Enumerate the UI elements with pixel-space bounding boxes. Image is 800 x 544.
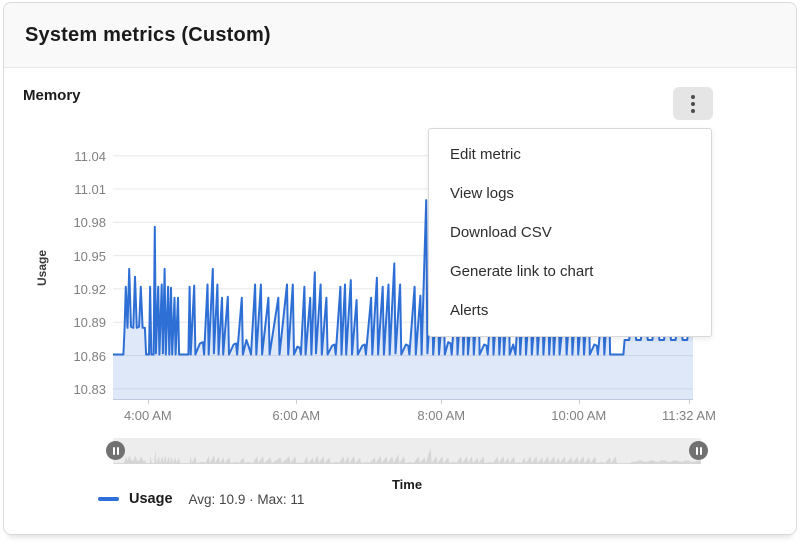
x-tick-label: 6:00 AM (272, 408, 320, 423)
brush-handle-right[interactable] (689, 441, 708, 460)
y-tick-label: 11.04 (56, 149, 106, 164)
pause-icon (696, 447, 702, 455)
x-tick-mark (296, 400, 297, 404)
pause-icon (113, 447, 119, 455)
chart-title: Memory (23, 87, 81, 104)
x-tick-label: 10:00 AM (551, 408, 606, 423)
x-tick-mark (689, 400, 690, 404)
legend-stats: Avg: 10.9 · Max: 11 (189, 492, 305, 507)
panel-header: System metrics (Custom) (4, 3, 796, 68)
x-tick-label: 4:00 AM (124, 408, 172, 423)
y-tick-label: 10.86 (56, 349, 106, 364)
x-tick-mark (148, 400, 149, 404)
menu-item-generate-link-to-chart[interactable]: Generate link to chart (429, 252, 711, 291)
menu-item-download-csv[interactable]: Download CSV (429, 213, 711, 252)
y-axis-title: Usage (35, 228, 49, 308)
legend: Usage Avg: 10.9 · Max: 11 (98, 491, 304, 507)
menu-item-edit-metric[interactable]: Edit metric (429, 135, 711, 174)
y-tick-label: 10.89 (56, 315, 106, 330)
y-tick-label: 10.83 (56, 382, 106, 397)
menu-item-alerts[interactable]: Alerts (429, 291, 711, 330)
system-metrics-panel: System metrics (Custom) Memory Usage 11.… (3, 2, 797, 535)
menu-item-view-logs[interactable]: View logs (429, 174, 711, 213)
time-range-brush[interactable] (113, 438, 701, 464)
x-axis-title: Time (113, 477, 701, 492)
brush-mini-area (113, 448, 701, 464)
legend-swatch (98, 497, 119, 501)
kebab-icon (691, 95, 695, 113)
chart-options-menu: Edit metricView logsDownload CSVGenerate… (428, 128, 712, 337)
panel-title: System metrics (Custom) (25, 24, 271, 47)
x-tick-label: 8:00 AM (417, 408, 465, 423)
y-tick-label: 10.98 (56, 215, 106, 230)
brush-mini-chart (113, 438, 701, 464)
chart-options-button[interactable] (673, 87, 713, 120)
brush-handle-left[interactable] (106, 441, 125, 460)
y-tick-label: 10.95 (56, 249, 106, 264)
x-tick-mark (441, 400, 442, 404)
x-tick-label: 11:32 AM (662, 408, 716, 423)
legend-series-name: Usage (129, 491, 173, 507)
y-tick-label: 11.01 (56, 182, 106, 197)
y-tick-label: 10.92 (56, 282, 106, 297)
x-tick-mark (579, 400, 580, 404)
